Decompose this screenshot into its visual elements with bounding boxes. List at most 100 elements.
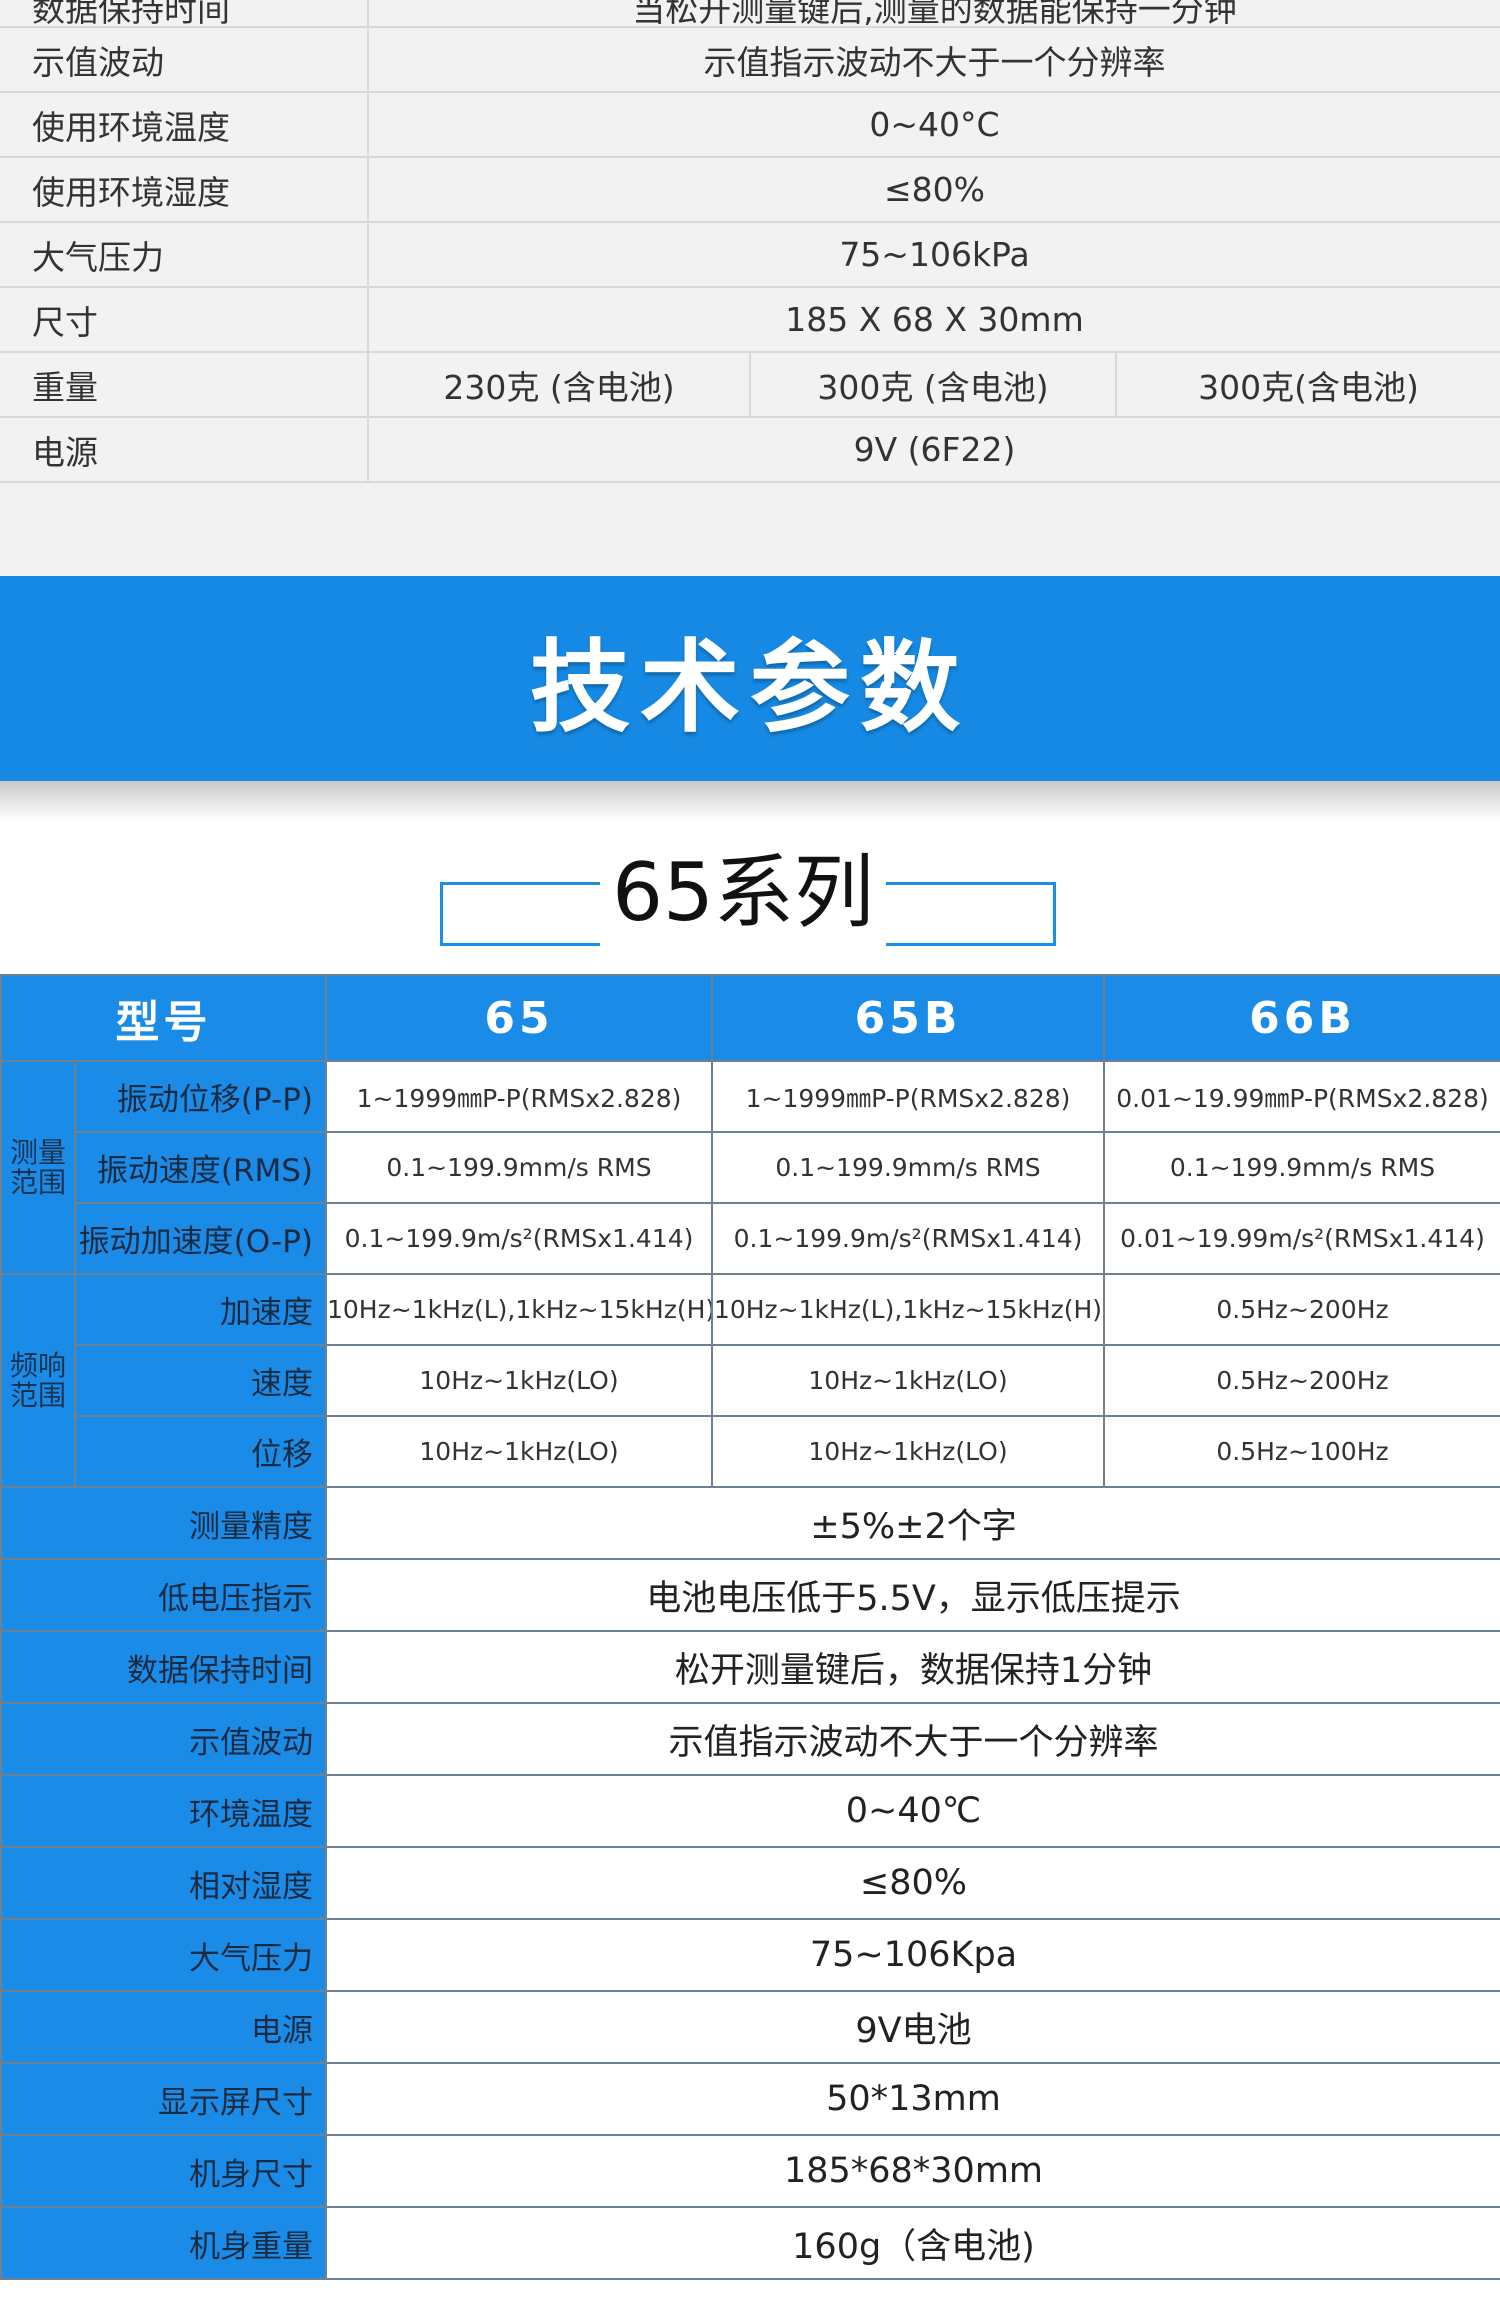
spec-value: 230克 (含电池) bbox=[368, 352, 751, 418]
spec-value: 9V (6F22) bbox=[368, 417, 1500, 483]
table-row: 示值波动 示值指示波动不大于一个分辨率 bbox=[0, 1702, 1500, 1776]
spec-row-weight: 重量 230克 (含电池) 300克 (含电池) 300克(含电池) bbox=[0, 352, 1500, 418]
table-row: 机身重量 160g（含电池) bbox=[0, 2206, 1500, 2280]
table-row: 大气压力 75~106Kpa bbox=[0, 1918, 1500, 1992]
row-label: 环境温度 bbox=[0, 1774, 327, 1848]
table-cell: 10Hz~1kHz(LO) bbox=[325, 1344, 713, 1417]
spec-label: 大气压力 bbox=[0, 222, 369, 288]
table-cell: 9V电池 bbox=[325, 1990, 1500, 2064]
table-row: 机身尺寸 185*68*30mm bbox=[0, 2134, 1500, 2208]
table-row: 环境温度 0~40℃ bbox=[0, 1774, 1500, 1848]
table-row: 低电压指示 电池电压低于5.5V，显示低压提示 bbox=[0, 1558, 1500, 1632]
model-65-header: 65 bbox=[325, 974, 713, 1062]
row-label: 加速度 bbox=[74, 1273, 327, 1346]
table-cell: 0.5Hz~200Hz bbox=[1103, 1273, 1500, 1346]
spec-value: 75~106kPa bbox=[368, 222, 1500, 288]
row-label: 振动速度(RMS) bbox=[74, 1131, 327, 1204]
spec-value: 300克(含电池) bbox=[1116, 352, 1500, 418]
row-label: 机身尺寸 bbox=[0, 2134, 327, 2208]
model-header: 型号 bbox=[0, 974, 327, 1062]
spec-label: 尺寸 bbox=[0, 287, 369, 353]
table-row: 频响范围 加速度 10Hz~1kHz(L),1kHz~15kHz(H) 10Hz… bbox=[0, 1273, 1500, 1488]
row-label: 振动加速度(O-P) bbox=[74, 1202, 327, 1275]
spec-row-power: 电源 9V (6F22) bbox=[0, 417, 1500, 483]
table-cell: 松开测量键后，数据保持1分钟 bbox=[325, 1630, 1500, 1704]
row-label: 机身重量 bbox=[0, 2206, 327, 2280]
table-row: 振动加速度(O-P) 0.1~199.9m/s²(RMSx1.414) 0.1~… bbox=[1, 1202, 1500, 1275]
row-label: 数据保持时间 bbox=[0, 1630, 327, 1704]
spec-row-data-hold: 数据保持时间 当松开测量键后,测量的数据能保持一分钟 bbox=[0, 0, 1500, 28]
row-label: 位移 bbox=[74, 1415, 327, 1488]
spec-value: 0~40°C bbox=[368, 92, 1500, 158]
table-cell: 10Hz~1kHz(LO) bbox=[325, 1415, 713, 1488]
spec-row-humidity: 使用环境湿度 ≤80% bbox=[0, 157, 1500, 223]
table-row: 速度 10Hz~1kHz(LO) 10Hz~1kHz(LO) 0.5Hz~200… bbox=[1, 1344, 1500, 1417]
row-label: 速度 bbox=[74, 1344, 327, 1417]
spec-value: 185 X 68 X 30mm bbox=[368, 287, 1500, 353]
tech-params-table: 型号 65 65B 66B 测量范围 振动位移(P-P) 1~1999㎜P-P(… bbox=[0, 974, 1500, 2280]
spec-value: 当松开测量键后,测量的数据能保持一分钟 bbox=[368, 0, 1500, 28]
section-banner: 技术参数 bbox=[0, 576, 1500, 781]
table-cell: 0~40℃ bbox=[325, 1774, 1500, 1848]
spec-value: 300克 (含电池) bbox=[750, 352, 1117, 418]
row-label: 相对湿度 bbox=[0, 1846, 327, 1920]
table-cell: 75~106Kpa bbox=[325, 1918, 1500, 1992]
table-cell: 160g（含电池) bbox=[325, 2206, 1500, 2280]
banner-shadow bbox=[0, 781, 1500, 821]
table-row: 电源 9V电池 bbox=[0, 1990, 1500, 2064]
row-label: 测量精度 bbox=[0, 1486, 327, 1560]
table-cell: 1~1999㎜P-P(RMSx2.828) bbox=[325, 1060, 713, 1133]
table-row: 数据保持时间 松开测量键后，数据保持1分钟 bbox=[0, 1630, 1500, 1704]
table-cell: 0.01~19.99㎜P-P(RMSx2.828) bbox=[1103, 1060, 1500, 1133]
table-cell: ±5%±2个字 bbox=[325, 1486, 1500, 1560]
table-cell: 0.1~199.9m/s²(RMSx1.414) bbox=[325, 1202, 713, 1275]
series-title: 65系列 bbox=[600, 838, 886, 958]
row-label: 显示屏尺寸 bbox=[0, 2062, 327, 2136]
spec-label: 使用环境湿度 bbox=[0, 157, 369, 223]
spec-label: 重量 bbox=[0, 352, 369, 418]
table-cell: 0.5Hz~100Hz bbox=[1103, 1415, 1500, 1488]
spec-value: ≤80% bbox=[368, 157, 1500, 223]
spec-label: 数据保持时间 bbox=[0, 0, 369, 28]
measure-range-group-label: 测量范围 bbox=[0, 1060, 76, 1275]
table-cell: ≤80% bbox=[325, 1846, 1500, 1920]
table-cell: 0.5Hz~200Hz bbox=[1103, 1344, 1500, 1417]
model-66b-header: 66B bbox=[1103, 974, 1500, 1062]
spec-row-pressure: 大气压力 75~106kPa bbox=[0, 222, 1500, 288]
spec-value: 示值指示波动不大于一个分辨率 bbox=[368, 27, 1500, 93]
row-label: 电源 bbox=[0, 1990, 327, 2064]
table-row: 测量范围 振动位移(P-P) 1~1999㎜P-P(RMSx2.828) 1~1… bbox=[0, 1060, 1500, 1275]
spec-label: 使用环境温度 bbox=[0, 92, 369, 158]
top-spec-table: 数据保持时间 当松开测量键后,测量的数据能保持一分钟 示值波动 示值指示波动不大… bbox=[0, 0, 1500, 585]
table-cell: 1~1999㎜P-P(RMSx2.828) bbox=[711, 1060, 1105, 1133]
table-row: 测量精度 ±5%±2个字 bbox=[0, 1486, 1500, 1560]
table-header-row: 型号 65 65B 66B bbox=[0, 974, 1500, 1062]
spec-label: 示值波动 bbox=[0, 27, 369, 93]
table-cell: 10Hz~1kHz(L),1kHz~15kHz(H) bbox=[711, 1273, 1105, 1346]
table-cell: 0.1~199.9mm/s RMS bbox=[325, 1131, 713, 1204]
table-cell: 示值指示波动不大于一个分辨率 bbox=[325, 1702, 1500, 1776]
table-row: 相对湿度 ≤80% bbox=[0, 1846, 1500, 1920]
table-row: 振动速度(RMS) 0.1~199.9mm/s RMS 0.1~199.9mm/… bbox=[1, 1131, 1500, 1204]
row-label: 示值波动 bbox=[0, 1702, 327, 1776]
row-label: 低电压指示 bbox=[0, 1558, 327, 1632]
table-row: 显示屏尺寸 50*13mm bbox=[0, 2062, 1500, 2136]
spec-row-fluctuation: 示值波动 示值指示波动不大于一个分辨率 bbox=[0, 27, 1500, 93]
table-cell: 0.01~19.99m/s²(RMSx1.414) bbox=[1103, 1202, 1500, 1275]
table-cell: 10Hz~1kHz(L),1kHz~15kHz(H) bbox=[325, 1273, 713, 1346]
table-cell: 10Hz~1kHz(LO) bbox=[711, 1415, 1105, 1488]
table-cell: 50*13mm bbox=[325, 2062, 1500, 2136]
table-cell: 10Hz~1kHz(LO) bbox=[711, 1344, 1105, 1417]
table-cell: 185*68*30mm bbox=[325, 2134, 1500, 2208]
banner-title: 技术参数 bbox=[530, 629, 970, 746]
table-row: 位移 10Hz~1kHz(LO) 10Hz~1kHz(LO) 0.5Hz~100… bbox=[1, 1415, 1500, 1488]
table-cell: 0.1~199.9mm/s RMS bbox=[1103, 1131, 1500, 1204]
table-cell: 电池电压低于5.5V，显示低压提示 bbox=[325, 1558, 1500, 1632]
spec-label: 电源 bbox=[0, 417, 369, 483]
row-label: 大气压力 bbox=[0, 1918, 327, 1992]
table-cell: 0.1~199.9m/s²(RMSx1.414) bbox=[711, 1202, 1105, 1275]
model-65b-header: 65B bbox=[711, 974, 1105, 1062]
row-label: 振动位移(P-P) bbox=[74, 1060, 327, 1133]
spec-row-temperature: 使用环境温度 0~40°C bbox=[0, 92, 1500, 158]
freq-range-group-label: 频响范围 bbox=[0, 1273, 76, 1488]
